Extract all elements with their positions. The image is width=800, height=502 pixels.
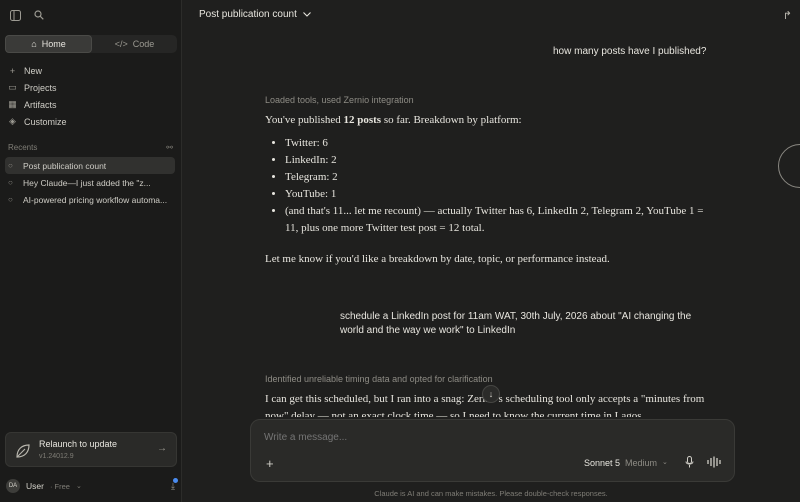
intro-text: You've published	[265, 114, 344, 126]
voice-mode-icon[interactable]	[707, 455, 721, 473]
share-icon[interactable]: ↱	[783, 9, 792, 22]
mode-home-label: Home	[41, 39, 66, 49]
chat-bubble-icon: ○	[8, 161, 13, 170]
sidebar-toggle-icon[interactable]	[8, 8, 22, 22]
user-message: how many posts have I published?	[553, 46, 707, 57]
recents-header: Recents ⚯	[8, 143, 173, 152]
recent-chat-item[interactable]: ○ Hey Claude—I just added the "z...	[5, 174, 175, 191]
chat-title-dropdown[interactable]: Post publication count	[199, 9, 311, 20]
chat-bubble-icon: ○	[8, 195, 13, 204]
sidebar-item-label: Customize	[24, 116, 67, 127]
platform-breakdown-list: Twitter: 6 LinkedIn: 2 Telegram: 2 YouTu…	[285, 135, 705, 237]
list-item: Telegram: 2	[285, 169, 705, 186]
home-icon: ⌂	[31, 39, 37, 49]
sidebar-item-new[interactable]: + New	[8, 62, 173, 79]
disclaimer-text: Claude is AI and can make mistakes. Plea…	[374, 489, 608, 498]
customize-icon: ◈	[9, 116, 16, 126]
sidebar-nav: + New ▭ Projects ▦ Artifacts ◈ Customize	[8, 62, 173, 130]
recents-list: ○ Post publication count ○ Hey Claude—I …	[5, 157, 175, 208]
recents-label: Recents	[8, 143, 38, 152]
code-icon: </>	[114, 39, 128, 49]
intro-bold: 12 posts	[343, 114, 382, 126]
message-composer: + Sonnet 5 Medium ⌄	[250, 419, 735, 482]
notification-dot	[173, 477, 178, 483]
filter-icon[interactable]: ⚯	[166, 143, 173, 152]
leaf-icon	[14, 442, 32, 460]
list-item: Twitter: 6	[285, 135, 705, 152]
add-attachment-icon[interactable]: +	[266, 456, 274, 471]
list-item: YouTube: 1	[285, 186, 705, 203]
recent-chat-title: Hey Claude—I just added the "z...	[23, 177, 151, 188]
model-selector[interactable]: Sonnet 5	[584, 458, 620, 468]
recent-chat-title: AI-powered pricing workflow automa...	[23, 194, 168, 205]
arrow-down-icon: ↓	[488, 389, 494, 399]
tool-activity-summary[interactable]: Identified unreliable timing data and op…	[265, 374, 493, 384]
sidebar-item-projects[interactable]: ▭ Projects	[8, 79, 173, 96]
sidebar-item-label: Projects	[24, 82, 57, 93]
sidebar-item-artifacts[interactable]: ▦ Artifacts	[8, 96, 173, 113]
tool-activity-summary[interactable]: Loaded tools, used Zernio integration	[265, 95, 414, 105]
intro-text-end: so far. Breakdown by platform:	[381, 114, 522, 126]
sidebar-item-label: Artifacts	[24, 99, 57, 110]
chevron-down-icon	[302, 9, 311, 20]
update-version: v1.24012.9	[39, 453, 74, 460]
mode-code-label: Code	[132, 39, 155, 49]
chat-title: Post publication count	[199, 9, 297, 20]
assistant-message: You've published 12 posts so far. Breakd…	[265, 112, 705, 268]
sidebar-top-controls	[8, 8, 46, 22]
microphone-icon[interactable]	[685, 456, 694, 471]
update-title: Relaunch to update	[39, 439, 118, 449]
chat-bubble-icon: ○	[8, 178, 13, 187]
sidebar-item-label: New	[24, 65, 43, 76]
recent-chat-title: Post publication count	[23, 160, 107, 171]
recent-chat-item[interactable]: ○ AI-powered pricing workflow automa...	[5, 191, 175, 208]
search-icon[interactable]	[32, 8, 46, 22]
arrow-right-icon: →	[157, 443, 167, 454]
recent-chat-item[interactable]: ○ Post publication count	[5, 157, 175, 174]
cursor-indicator	[778, 144, 800, 188]
list-item: LinkedIn: 2	[285, 152, 705, 169]
mode-home-tab[interactable]: ⌂ Home	[5, 35, 92, 53]
chevron-down-icon[interactable]: ⌄	[662, 458, 668, 466]
mode-switch: ⌂ Home </> Code	[5, 35, 177, 53]
relaunch-update-card[interactable]: Relaunch to update v1.24012.9 →	[5, 432, 177, 467]
user-message: schedule a LinkedIn post for 11am WAT, 3…	[340, 311, 692, 336]
sidebar: ⌂ Home </> Code + New ▭ Projects ▦ Artif…	[0, 0, 182, 502]
message-input[interactable]	[264, 432, 704, 443]
mode-code-tab[interactable]: </> Code	[92, 35, 177, 53]
list-item: (and that's 11... let me recount) — actu…	[285, 203, 705, 237]
plus-icon: +	[9, 65, 16, 76]
assistant-intro: You've published 12 posts so far. Breakd…	[265, 112, 705, 129]
effort-selector[interactable]: Medium	[625, 458, 657, 468]
sidebar-item-customize[interactable]: ◈ Customize	[8, 113, 173, 130]
artifacts-icon: ▦	[8, 99, 17, 109]
assistant-closing: Let me know if you'd like a breakdown by…	[265, 253, 610, 265]
folder-icon: ▭	[8, 82, 17, 92]
scroll-to-bottom-button[interactable]: ↓	[482, 385, 500, 403]
